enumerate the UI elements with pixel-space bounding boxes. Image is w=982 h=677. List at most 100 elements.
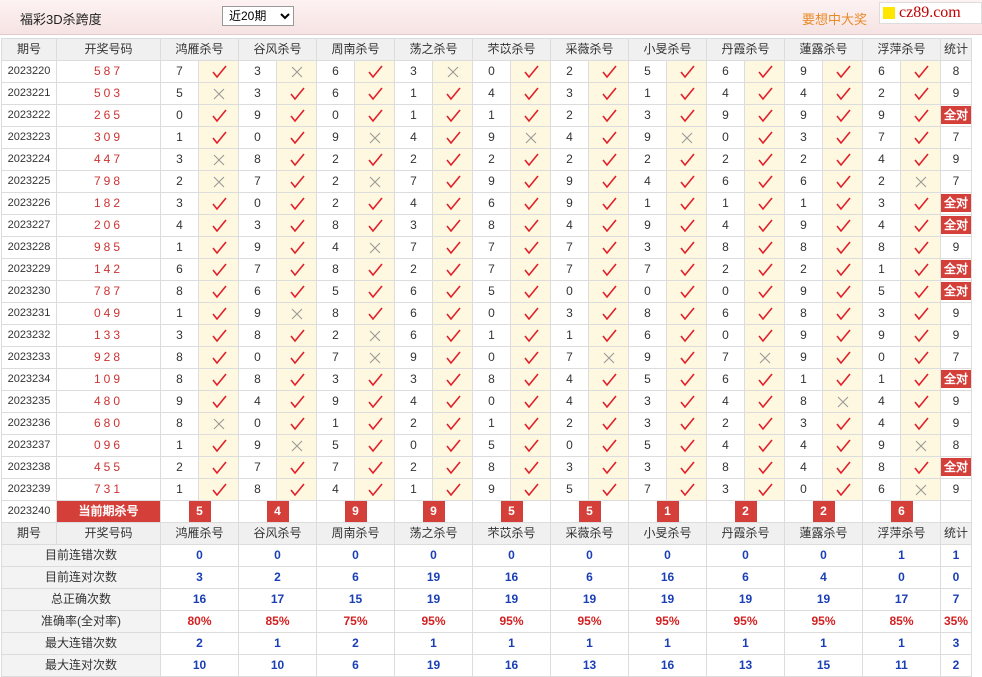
hit-mark-cell xyxy=(900,170,941,193)
hit-mark-cell xyxy=(822,126,863,149)
page-title: 福彩3D杀跨度 xyxy=(20,12,102,27)
draw-number-cell: 455 xyxy=(56,456,161,479)
kill-number-cell: 4 xyxy=(394,126,433,149)
check-icon xyxy=(913,65,929,79)
check-icon xyxy=(601,175,617,189)
check-icon xyxy=(601,197,617,211)
kill-number-cell: 5 xyxy=(628,60,667,83)
stats-value: 6 xyxy=(316,566,395,589)
stats-value: 1 xyxy=(862,632,941,655)
check-icon xyxy=(679,65,695,79)
hit-mark-cell xyxy=(354,302,395,325)
hit-mark-cell xyxy=(354,236,395,259)
stats-value: 0 xyxy=(316,544,395,567)
header-expert: 谷风杀号 xyxy=(238,38,317,61)
hit-mark-cell xyxy=(744,434,785,457)
kill-number-cell: 9 xyxy=(472,478,511,501)
kill-number-cell: 1 xyxy=(862,258,901,281)
hit-mark-cell xyxy=(198,236,239,259)
check-icon xyxy=(757,241,773,255)
hit-mark-cell xyxy=(744,258,785,281)
hit-mark-cell xyxy=(432,478,473,501)
header-expert: 小旻杀号 xyxy=(628,522,707,545)
kill-number-cell: 3 xyxy=(394,214,433,237)
check-icon xyxy=(601,461,617,475)
check-icon xyxy=(601,241,617,255)
stats-row: 最大连对次数 10 10 6 19 16 13 16 13 15 11 2 xyxy=(1,654,973,677)
hit-mark-cell xyxy=(276,346,317,369)
check-icon xyxy=(211,351,227,365)
check-icon xyxy=(445,439,461,453)
kill-number-cell: 7 xyxy=(862,126,901,149)
hit-mark-cell xyxy=(198,148,239,171)
kill-number-cell: 9 xyxy=(472,126,511,149)
hit-mark-cell xyxy=(666,390,707,413)
hit-mark-cell xyxy=(744,280,785,303)
current-kill-badge: 9 xyxy=(344,501,367,522)
kill-number-cell: 2 xyxy=(472,148,511,171)
kill-number-cell: 8 xyxy=(316,258,355,281)
hit-mark-cell xyxy=(276,60,317,83)
check-icon xyxy=(679,417,695,431)
kill-number-cell: 8 xyxy=(706,236,745,259)
period-cell: 2023238 xyxy=(1,456,57,479)
header-stat: 统计 xyxy=(939,38,973,61)
check-icon xyxy=(289,153,305,167)
stats-value: 6 xyxy=(706,566,785,589)
header-expert: 芣苡杀号 xyxy=(472,38,551,61)
current-stat-cell xyxy=(939,500,973,523)
hit-mark-cell xyxy=(822,434,863,457)
all-correct-badge: 全对 xyxy=(941,282,971,300)
current-period-row: 2023240 当前期杀号 5 4 9 9 5 5 1 2 2 6 xyxy=(1,500,973,523)
stats-value: 0 xyxy=(784,544,863,567)
stats-row: 准确率(全对率) 80% 85% 75% 95% 95% 95% 95% 95% 95% 85% 35… xyxy=(1,610,973,633)
hit-mark-cell xyxy=(666,236,707,259)
kill-number-cell: 3 xyxy=(628,236,667,259)
period-cell: 2023226 xyxy=(1,192,57,215)
check-icon xyxy=(679,263,695,277)
hit-mark-cell xyxy=(744,104,785,127)
draw-number-cell: 265 xyxy=(56,104,161,127)
row-stat-cell: 9 xyxy=(939,412,973,435)
stats-row: 总正确次数 16 17 15 19 19 19 19 19 19 17 7 xyxy=(1,588,973,611)
hit-mark-cell xyxy=(432,390,473,413)
check-icon xyxy=(757,263,773,277)
hit-mark-cell xyxy=(588,60,629,83)
header-expert: 采薇杀号 xyxy=(550,522,629,545)
table-row: 2023237 096 1 9 5 0 5 0 5 4 4 9 8 xyxy=(1,434,973,457)
kill-number-cell: 2 xyxy=(550,104,589,127)
row-stat-cell: 全对 xyxy=(939,192,973,215)
check-icon xyxy=(913,307,929,321)
period-select[interactable]: 近20期 xyxy=(222,6,294,26)
hit-mark-cell xyxy=(354,478,395,501)
header-draw-number: 开奖号码 xyxy=(56,38,161,61)
hit-mark-cell xyxy=(276,236,317,259)
stats-value: 19 xyxy=(394,588,473,611)
draw-number-cell: 680 xyxy=(56,412,161,435)
kill-number-cell: 2 xyxy=(394,412,433,435)
check-icon xyxy=(523,175,539,189)
stats-value: 2 xyxy=(939,654,973,677)
hit-mark-cell xyxy=(666,456,707,479)
hit-mark-cell xyxy=(354,104,395,127)
hit-mark-cell xyxy=(900,258,941,281)
check-icon xyxy=(913,417,929,431)
hit-mark-cell xyxy=(198,456,239,479)
stats-value: 1 xyxy=(784,632,863,655)
kill-number-cell: 7 xyxy=(316,346,355,369)
kill-number-cell: 8 xyxy=(316,214,355,237)
check-icon xyxy=(835,373,851,387)
table-row: 2023220 587 7 3 6 3 0 2 5 6 9 6 8 xyxy=(1,60,973,83)
stats-value: 15 xyxy=(784,654,863,677)
kill-number-cell: 0 xyxy=(706,280,745,303)
hit-mark-cell xyxy=(822,390,863,413)
check-icon xyxy=(913,351,929,365)
check-icon xyxy=(757,373,773,387)
stats-value: 4 xyxy=(784,566,863,589)
draw-number-cell: 447 xyxy=(56,148,161,171)
kill-number-cell: 9 xyxy=(238,236,277,259)
site-logo[interactable]: cz89.com xyxy=(879,2,982,24)
stats-value: 1 xyxy=(238,632,317,655)
check-icon xyxy=(211,439,227,453)
header-expert: 浮萍杀号 xyxy=(862,522,941,545)
